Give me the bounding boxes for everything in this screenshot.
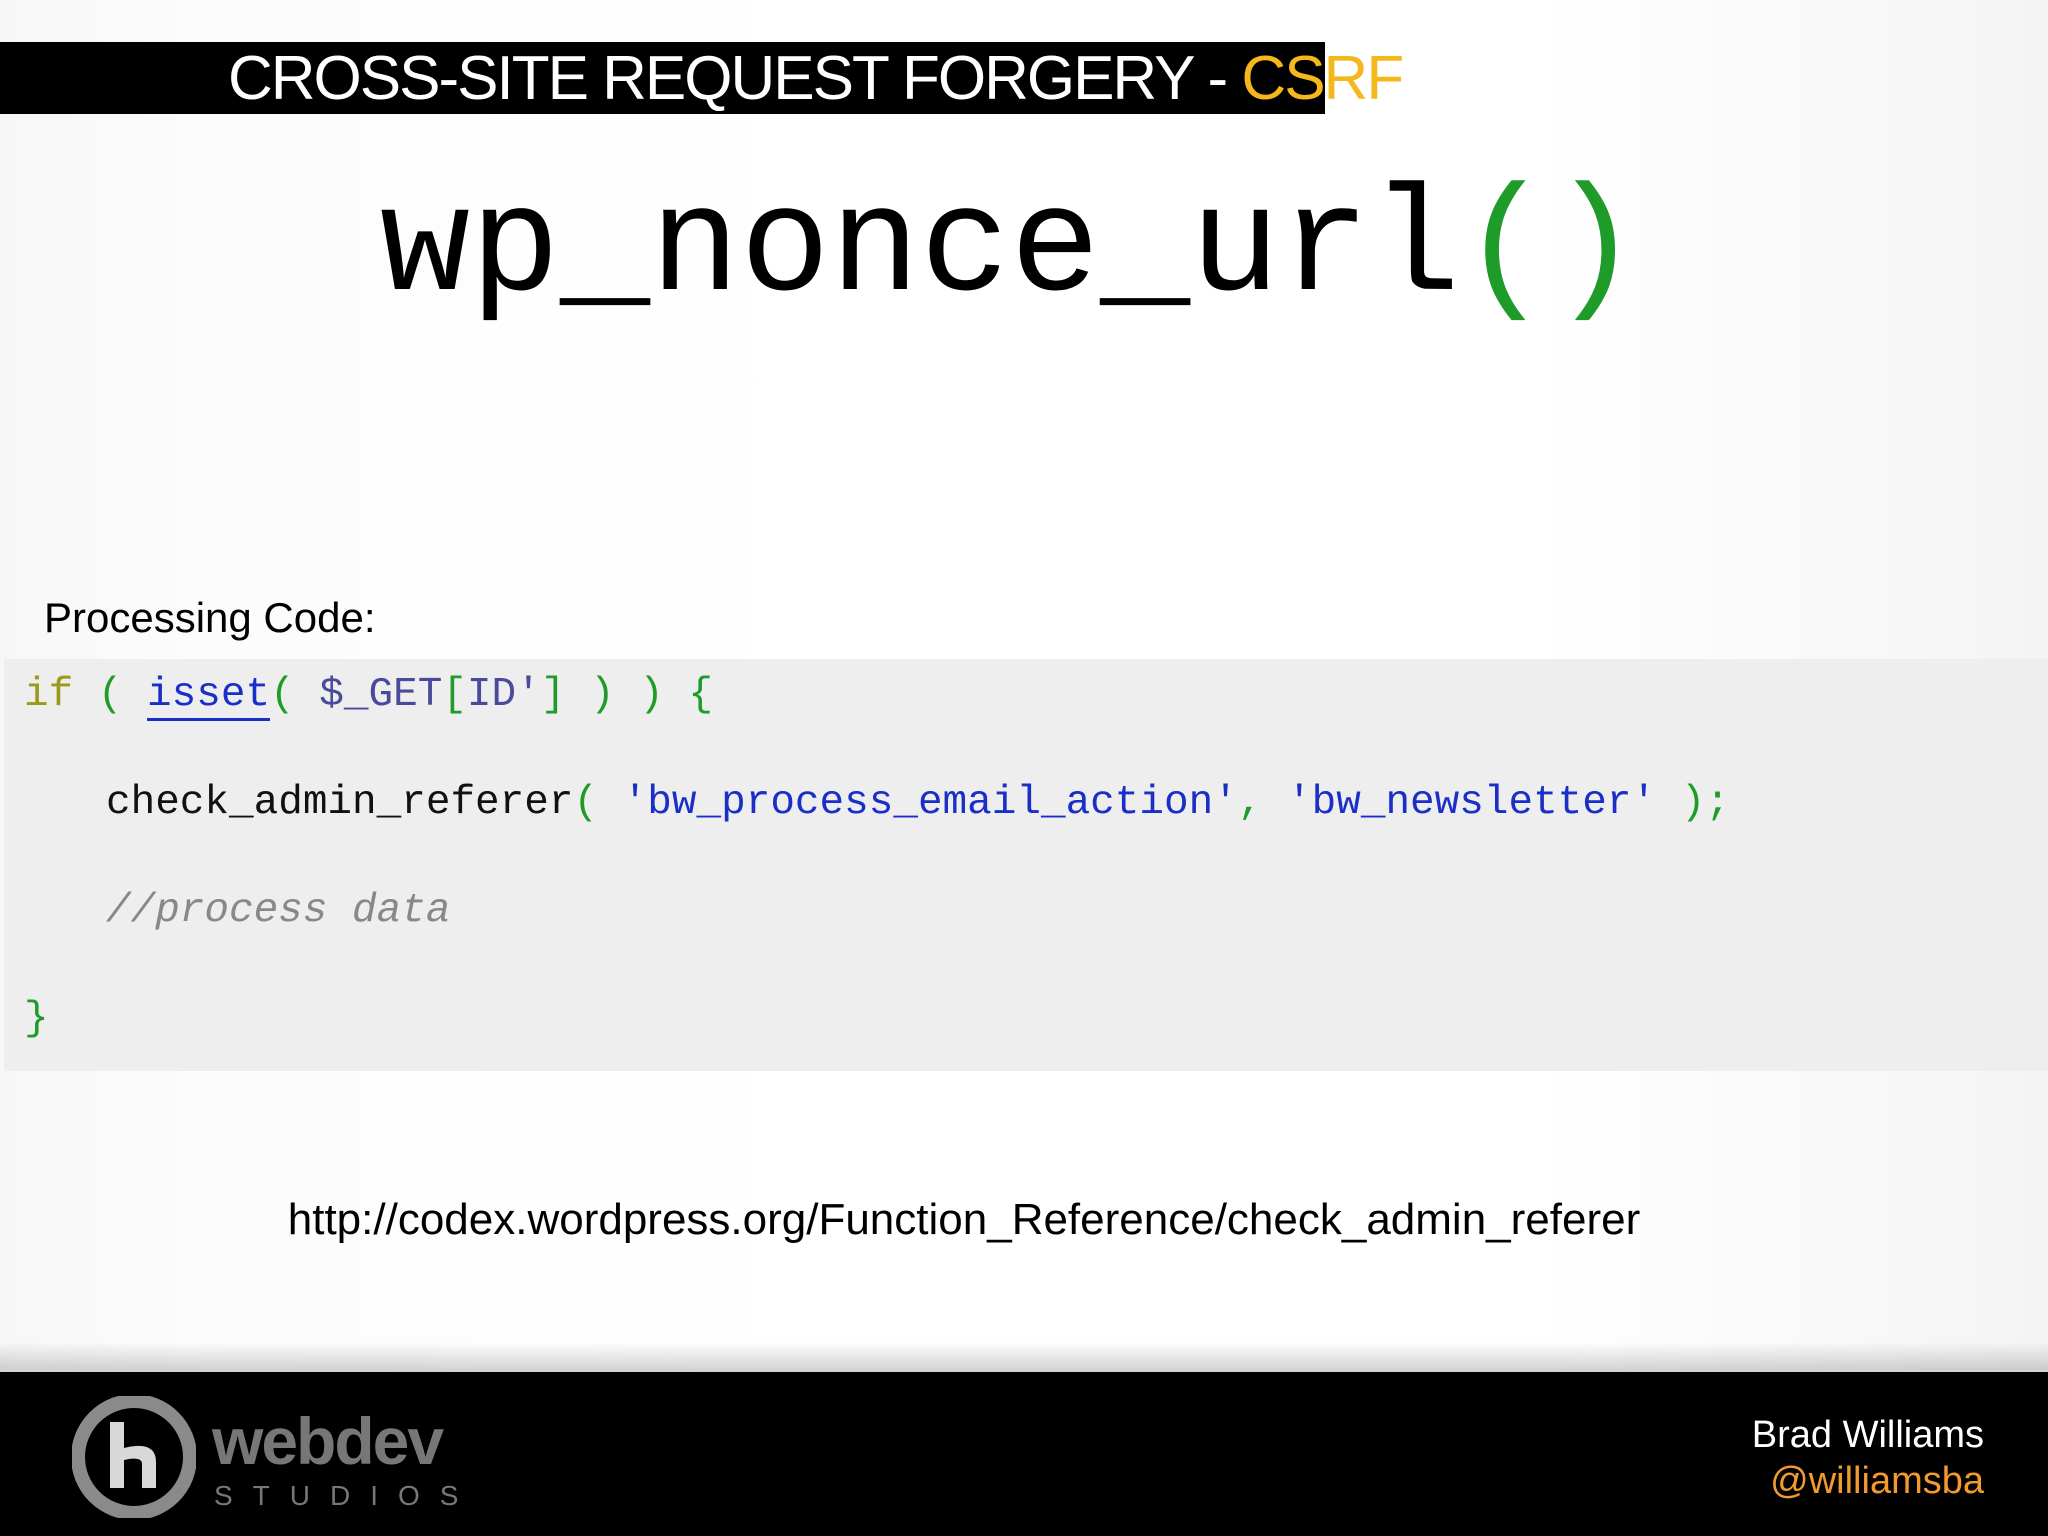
slide-title-main: CROSS-SITE REQUEST FORGERY - [228, 44, 1242, 113]
code-keyword-if: if [24, 672, 74, 718]
code-punctuation: ) ) { [565, 672, 713, 718]
slide-title-accent: CSRF [1241, 44, 1404, 113]
author-block: Brad Williams @williamsba [1752, 1412, 1984, 1504]
code-array-key: ID' [466, 672, 541, 718]
code-function-isset: isset [147, 672, 271, 721]
code-variable-get: $_GET [319, 672, 443, 718]
code-line-3: //process data [106, 883, 450, 939]
footer-shadow [0, 1342, 2048, 1372]
code-line-4: } [24, 991, 49, 1047]
code-line-1: if ( isset( $_GET[ID'] ) ) { [24, 667, 713, 723]
code-punctuation: [ [442, 672, 467, 718]
code-punctuation: ( [73, 672, 148, 718]
webdev-studios-logo: webdev STUDIOS [72, 1396, 458, 1518]
title-bar: CROSS-SITE REQUEST FORGERY - CSRF [0, 42, 1404, 114]
function-heading: wp_nonce_url() [380, 160, 1680, 360]
code-closing-brace: } [24, 996, 49, 1042]
slide-title: CROSS-SITE REQUEST FORGERY - CSRF [228, 42, 1404, 114]
code-line-2: check_admin_referer( 'bw_process_email_a… [106, 775, 1730, 831]
code-function-call: check_admin_referer [106, 780, 574, 826]
reference-link-row: http://codex.wordpress.org/Function_Refe… [0, 1190, 2048, 1250]
code-punctuation: ( [573, 780, 623, 826]
code-punctuation: ); [1656, 780, 1730, 826]
logo-mark-icon [72, 1396, 196, 1518]
code-punctuation: ( [270, 672, 320, 718]
logo-subtitle: STUDIOS [214, 1480, 479, 1511]
code-comment: //process data [106, 888, 451, 934]
code-punctuation: ] [540, 672, 566, 718]
author-name: Brad Williams [1751, 1414, 1984, 1456]
code-block: if ( isset( $_GET[ID'] ) ) { check_admin… [4, 659, 2048, 1071]
processing-code-label: Processing Code: [44, 594, 376, 641]
logo-wordmark: webdev [212, 1404, 444, 1478]
reference-link[interactable]: http://codex.wordpress.org/Function_Refe… [288, 1195, 1640, 1244]
code-string-arg-1: 'bw_process_email_action' [622, 780, 1238, 826]
footer: webdev STUDIOS Brad Williams @williamsba [0, 1372, 2048, 1536]
author-handle: @williamsba [1770, 1460, 1984, 1502]
function-name: wp_nonce_url [380, 165, 1461, 335]
code-punctuation: , [1237, 780, 1288, 826]
code-string-arg-2: 'bw_newsletter' [1287, 780, 1657, 826]
function-parens: () [1460, 165, 1641, 335]
